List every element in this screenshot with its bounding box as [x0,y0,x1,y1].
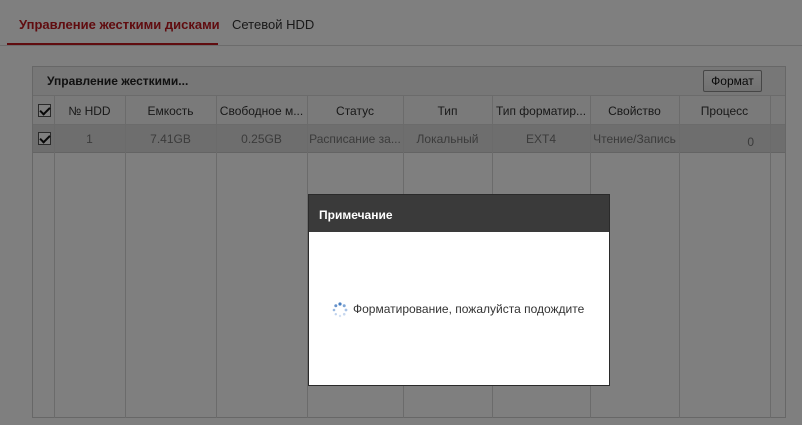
loading-spinner-icon [332,302,348,318]
notice-dialog: Примечание Форматирование, пожалуйста по… [308,194,610,386]
dialog-header: Примечание [309,195,609,232]
dialog-message: Форматирование, пожалуйста подождите [353,302,585,316]
dialog-title: Примечание [319,208,393,222]
